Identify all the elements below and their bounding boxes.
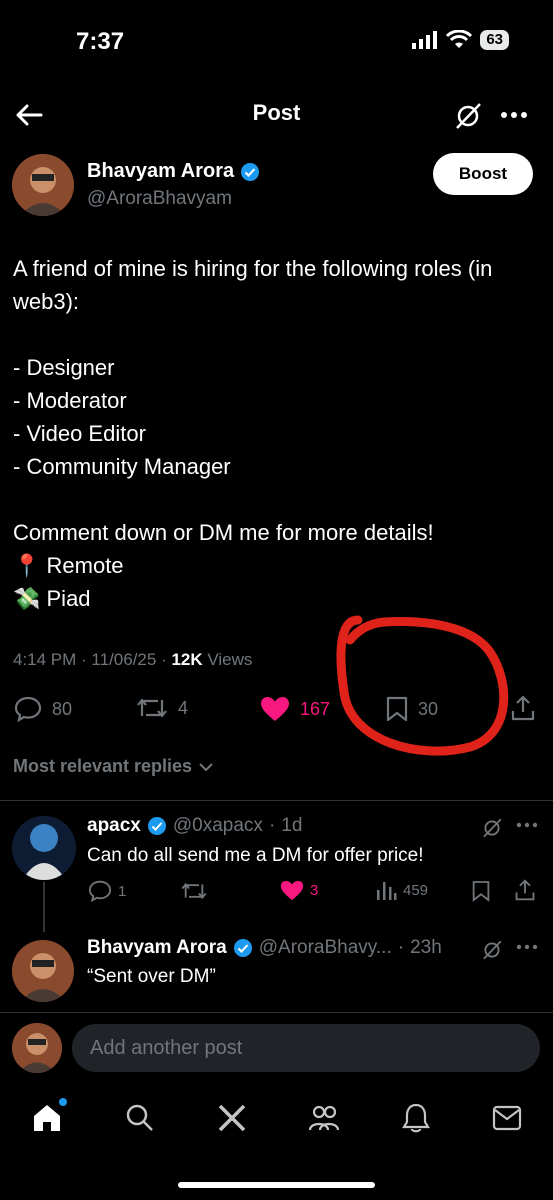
like-count: 3 (310, 882, 319, 899)
annotation-circle (336, 615, 509, 756)
status-time: 7:37 (76, 28, 125, 55)
share-icon (515, 879, 535, 901)
tab-bar (0, 1085, 553, 1155)
heart-filled-icon (280, 880, 304, 901)
thread-line (43, 882, 45, 932)
share-button[interactable] (514, 878, 536, 902)
repost-count: 4 (178, 697, 189, 718)
author-name: Bhavyam Arora (87, 160, 235, 182)
like-button[interactable]: 167 (260, 696, 330, 722)
views-count: 459 (403, 881, 429, 899)
bell-icon (402, 1103, 431, 1132)
reply-button[interactable]: 80 (14, 696, 72, 722)
x-logo-icon (218, 1104, 245, 1131)
bookmark-button[interactable] (472, 880, 490, 902)
author-name-row[interactable]: Bhavyam Arora (87, 160, 260, 183)
reply-text: Can do all send me a DM for offer price! (87, 845, 424, 866)
reply-header: Bhavyam Arora @AroraBhavy... · 23h (87, 937, 442, 959)
sort-label: Most relevant replies (13, 756, 193, 776)
tab-search[interactable] (125, 1103, 155, 1138)
post-date: 11/06/25 (91, 650, 157, 669)
repost-button[interactable] (180, 881, 208, 901)
grok-icon[interactable] (452, 100, 484, 132)
heart-filled-icon (261, 697, 289, 721)
tab-grok[interactable] (217, 1103, 247, 1138)
reply-button[interactable]: 1 (88, 880, 126, 902)
search-icon (126, 1104, 153, 1131)
reply-handle[interactable]: @0xapacx (173, 815, 263, 837)
repost-icon (137, 698, 167, 718)
reply-icon (14, 696, 42, 722)
tab-notifications[interactable] (402, 1102, 431, 1139)
communities-icon (309, 1105, 340, 1130)
views-button[interactable]: 459 (375, 880, 428, 900)
grok-icon[interactable] (481, 817, 503, 839)
reply-handle[interactable]: @AroraBhavy... (259, 937, 392, 959)
tab-home[interactable] (31, 1097, 67, 1139)
verified-badge-icon (147, 817, 166, 835)
mail-icon (492, 1105, 522, 1130)
sort-replies-dropdown[interactable]: Most relevant replies (13, 756, 214, 777)
author-avatar[interactable] (12, 154, 74, 216)
tab-messages[interactable] (492, 1105, 522, 1136)
tab-communities[interactable] (308, 1103, 340, 1138)
reply-icon (88, 880, 112, 902)
grok-icon[interactable] (481, 939, 503, 961)
more-options-icon[interactable] (498, 100, 530, 130)
reply-name[interactable]: apacx (87, 815, 141, 837)
reply-avatar[interactable] (12, 940, 74, 1002)
reply-count: 1 (118, 882, 127, 900)
repost-icon (181, 882, 207, 900)
home-indicator (178, 1182, 375, 1188)
divider (0, 800, 553, 801)
reply-age: 23h (410, 937, 442, 958)
verified-badge-icon (233, 939, 252, 957)
composer-input[interactable]: Add another post (72, 1024, 540, 1072)
reply-name[interactable]: Bhavyam Arora (87, 937, 227, 959)
like-count: 167 (300, 698, 331, 719)
author-handle[interactable]: @AroraBhavyam (87, 188, 232, 210)
verified-badge-icon (241, 162, 260, 181)
composer-avatar (12, 1023, 62, 1073)
repost-button[interactable]: 4 (136, 696, 188, 720)
views-icon (377, 882, 397, 900)
notification-dot (58, 1097, 67, 1106)
status-icons: 63 (412, 30, 509, 50)
boost-button[interactable]: Boost (433, 153, 533, 195)
post-time: 4:14 PM (13, 650, 77, 669)
post-body: A friend of mine is hiring for the follo… (13, 256, 493, 611)
chevron-down-icon (199, 762, 213, 771)
views-label: Views (207, 650, 253, 669)
reply-text: “Sent over DM” (87, 966, 216, 987)
views-count: 12K (171, 650, 203, 669)
battery-indicator: 63 (480, 30, 509, 50)
more-options-icon[interactable] (516, 944, 538, 950)
reply-header: apacx @0xapacx · 1d (87, 815, 303, 837)
bookmark-icon (472, 881, 490, 902)
reply-count: 80 (52, 698, 73, 719)
like-button[interactable]: 3 (280, 880, 318, 901)
more-options-icon[interactable] (516, 822, 538, 828)
cellular-icon (412, 31, 438, 49)
reply-avatar[interactable] (12, 816, 76, 880)
home-icon (33, 1104, 60, 1131)
post-meta: 4:14 PM · 11/06/25 · 12K Views (13, 650, 253, 669)
wifi-icon (446, 30, 473, 48)
reply-age: 1d (281, 815, 303, 836)
